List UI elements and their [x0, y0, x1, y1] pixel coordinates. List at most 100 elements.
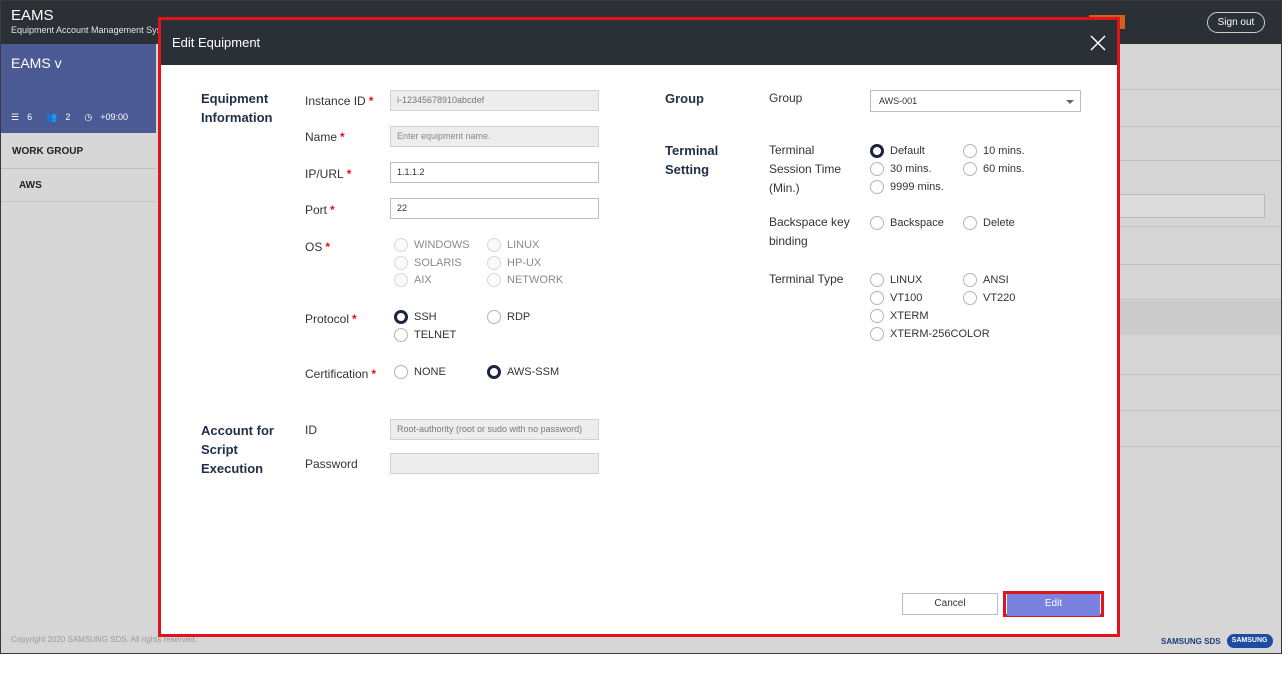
- radio-circle: [487, 238, 501, 252]
- account-id-input: Root-authority (root or sudo with no pas…: [390, 419, 599, 440]
- radio-circle: [870, 327, 884, 341]
- certification-label-text: Certification: [305, 367, 369, 381]
- backspace-option-label: Backspace: [890, 217, 944, 229]
- required-mark: *: [325, 240, 331, 254]
- sidebar-header: EAMS v ☰ 6 👥 2 ◷ +09:00: [1, 44, 156, 133]
- timezone-value: +09:00: [100, 112, 128, 122]
- protocol-label-text: Protocol: [305, 312, 350, 326]
- terminal-type-label: Terminal Type: [769, 272, 844, 286]
- os-option-label: WINDOWS: [414, 239, 470, 251]
- chevron-down-icon: [1066, 100, 1074, 104]
- os-label-text: OS: [305, 240, 323, 254]
- os-option-label: LINUX: [507, 239, 540, 251]
- type-option-label: ANSI: [983, 274, 1009, 286]
- close-icon[interactable]: [1089, 34, 1107, 52]
- type-radio-vt220[interactable]: VT220: [963, 291, 1015, 305]
- sign-out-button[interactable]: Sign out: [1207, 12, 1265, 33]
- account-section-title: Account for Script Execution: [201, 423, 274, 476]
- certification-option-label: NONE: [414, 366, 446, 378]
- group-label: Group: [769, 91, 803, 105]
- session-radio-60[interactable]: 60 mins.: [963, 162, 1025, 176]
- certification-radio-aws-ssm[interactable]: AWS-SSM: [487, 365, 559, 379]
- radio-circle: [870, 162, 884, 176]
- type-radio-xterm[interactable]: XTERM: [870, 309, 929, 323]
- radio-circle: [394, 310, 408, 324]
- type-radio-ansi[interactable]: ANSI: [963, 273, 1009, 287]
- type-option-label: XTERM: [890, 310, 929, 322]
- work-group-header: WORK GROUP: [1, 133, 156, 169]
- radio-circle: [487, 365, 501, 379]
- backspace-option-label: Delete: [983, 217, 1015, 229]
- divider: [1119, 160, 1281, 161]
- type-radio-vt100[interactable]: VT100: [870, 291, 922, 305]
- os-radio-linux[interactable]: LINUX: [487, 238, 539, 252]
- type-radio-linux[interactable]: LINUX: [870, 273, 922, 287]
- background-content: [1119, 44, 1281, 634]
- edit-button[interactable]: Edit: [1007, 594, 1100, 616]
- sidebar-item-aws[interactable]: AWS: [1, 170, 156, 202]
- user-count: 2: [65, 112, 71, 122]
- session-option-label: 60 mins.: [983, 163, 1025, 175]
- radio-circle: [487, 310, 501, 324]
- backspace-radio-delete[interactable]: Delete: [963, 216, 1015, 230]
- name-input[interactable]: Enter equipment name.: [390, 126, 599, 147]
- app-title: EAMS: [11, 7, 54, 24]
- session-option-label: 9999 mins.: [890, 181, 944, 193]
- radio-circle: [487, 256, 501, 270]
- radio-circle: [963, 291, 977, 305]
- user-stat: 👥 2: [46, 112, 70, 123]
- protocol-label: Protocol *: [305, 310, 357, 329]
- divider: [1119, 226, 1281, 227]
- os-radio-network[interactable]: NETWORK: [487, 273, 563, 287]
- radio-circle: [394, 238, 408, 252]
- edit-equipment-modal: Edit Equipment Equipment Information Ins…: [158, 17, 1120, 637]
- radio-circle: [963, 144, 977, 158]
- ip-url-input[interactable]: 1.1.1.2: [390, 162, 599, 183]
- divider: [1119, 126, 1281, 127]
- radio-circle: [394, 365, 408, 379]
- radio-circle: [870, 291, 884, 305]
- account-password-input: [390, 453, 599, 474]
- os-radio-aix[interactable]: AIX: [394, 273, 432, 287]
- os-option-label: NETWORK: [507, 274, 564, 286]
- backspace-label: Backspace key binding: [769, 215, 850, 248]
- backspace-radio-backspace[interactable]: Backspace: [870, 216, 944, 230]
- divider: [1119, 374, 1281, 375]
- certification-radio-none[interactable]: NONE: [394, 365, 446, 379]
- divider: [1119, 89, 1281, 90]
- radio-circle: [870, 180, 884, 194]
- session-radio-30[interactable]: 30 mins.: [870, 162, 932, 176]
- terminal-session-label: Terminal Session Time (Min.): [769, 143, 842, 195]
- session-option-label: 30 mins.: [890, 163, 932, 175]
- timezone-stat: ◷ +09:00: [84, 112, 128, 123]
- type-option-label: VT100: [890, 292, 923, 304]
- session-radio-default[interactable]: Default: [870, 144, 925, 158]
- protocol-radio-telnet[interactable]: TELNET: [394, 328, 456, 342]
- protocol-radio-ssh[interactable]: SSH: [394, 310, 437, 324]
- os-radio-hp-ux[interactable]: HP-UX: [487, 256, 541, 270]
- os-radio-solaris[interactable]: SOLARIS: [394, 256, 462, 270]
- protocol-radio-rdp[interactable]: RDP: [487, 310, 530, 324]
- list-stat: ☰ 6: [11, 112, 32, 123]
- session-radio-10[interactable]: 10 mins.: [963, 144, 1025, 158]
- users-icon: 👥: [46, 112, 58, 122]
- ip-url-label-text: IP/URL: [305, 167, 344, 181]
- radio-circle: [870, 144, 884, 158]
- name-label-text: Name: [305, 130, 338, 144]
- required-mark: *: [368, 94, 374, 108]
- required-mark: *: [346, 167, 352, 181]
- session-radio-9999[interactable]: 9999 mins.: [870, 180, 944, 194]
- group-select[interactable]: AWS-001: [870, 90, 1081, 112]
- type-radio-xterm-256color[interactable]: XTERM-256COLOR: [870, 327, 990, 341]
- certification-label: Certification *: [305, 365, 376, 384]
- os-radio-windows[interactable]: WINDOWS: [394, 238, 470, 252]
- type-option-label: XTERM-256COLOR: [890, 328, 990, 340]
- port-input[interactable]: 22: [390, 198, 599, 219]
- radio-circle: [870, 309, 884, 323]
- clock-icon: ◷: [84, 112, 93, 122]
- cancel-button[interactable]: Cancel: [902, 593, 998, 615]
- radio-circle: [870, 216, 884, 230]
- group-section-title: Group: [665, 91, 704, 106]
- sidebar-title[interactable]: EAMS v: [11, 55, 62, 71]
- ip-url-label: IP/URL *: [305, 165, 351, 184]
